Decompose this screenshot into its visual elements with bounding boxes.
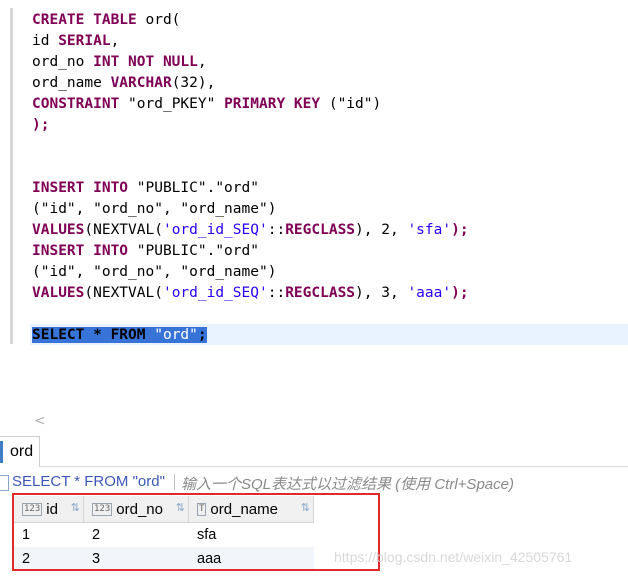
code-token: SERIAL (58, 33, 111, 49)
code-line[interactable] (32, 157, 469, 178)
code-line[interactable]: INSERT INTO "PUBLIC"."ord" (32, 241, 469, 262)
code-token: ord_no (32, 54, 94, 70)
code-token: 'ord_id_SEQ' (162, 285, 268, 301)
watermark: https://blog.csdn.net/weixin_42505761 (334, 549, 573, 565)
code-line[interactable]: ); (32, 115, 469, 136)
code-token: ("id", "ord_no", "ord_name") (32, 264, 277, 280)
code-line[interactable]: VALUES(NEXTVAL('ord_id_SEQ'::REGCLASS), … (32, 283, 469, 304)
code-token: "PUBLIC"."ord" (128, 180, 259, 196)
sql-code[interactable]: CREATE TABLE ord(id SERIAL, ord_no INT NO… (32, 10, 469, 346)
code-token: (32), (171, 75, 216, 91)
code-token: ); (32, 117, 50, 133)
tab-label: ord (10, 443, 34, 460)
code-line[interactable]: ord_name VARCHAR(32), (32, 73, 469, 94)
code-token: ord_name (32, 75, 111, 91)
code-line[interactable]: ord_no INT NOT NULL, (32, 52, 469, 73)
code-line[interactable]: CONSTRAINT "ord_PKEY" PRIMARY KEY ("id") (32, 94, 469, 115)
code-line[interactable]: SELECT * FROM "ord"; (32, 325, 469, 346)
filter-query-text: SELECT * FROM "ord" (12, 473, 165, 490)
code-token: ; (197, 327, 207, 343)
code-token: "ord_PKEY" (119, 96, 225, 112)
editor-fold-bar (10, 8, 13, 344)
code-token: VALUES (32, 285, 85, 301)
code-token: VALUES (32, 222, 85, 238)
code-line[interactable]: VALUES(NEXTVAL('ord_id_SEQ'::REGCLASS), … (32, 220, 469, 241)
code-line[interactable]: CREATE TABLE ord( (32, 10, 469, 31)
code-line[interactable]: id SERIAL, (32, 31, 469, 52)
filter-bar: SELECT * FROM "ord" 输入一个SQL表达式以过滤结果 (使用 … (0, 470, 628, 494)
filter-input[interactable]: 输入一个SQL表达式以过滤结果 (使用 Ctrl+Space) (181, 473, 514, 494)
filter-icon (0, 475, 9, 491)
code-token: REGCLASS (285, 285, 356, 301)
code-token: ); (451, 285, 469, 301)
code-token: id (32, 33, 59, 49)
tab-table-icon (0, 441, 3, 463)
tab-ord[interactable]: ord (0, 436, 41, 467)
code-token: CREATE TABLE (32, 12, 137, 28)
code-token: INSERT INTO (32, 243, 129, 259)
code-token: VARCHAR (110, 75, 172, 91)
code-token: INT NOT NULL (93, 54, 198, 70)
code-token: ord( (136, 12, 181, 28)
code-token: PRIMARY KEY (224, 96, 321, 112)
code-token: ), 3, (355, 285, 408, 301)
code-line[interactable]: ("id", "ord_no", "ord_name") (32, 199, 469, 220)
selected-text: SELECT * FROM "ord"; (32, 327, 207, 343)
code-token: ("id", "ord_no", "ord_name") (32, 201, 277, 217)
code-token: INSERT INTO (32, 180, 129, 196)
sql-editor[interactable]: CREATE TABLE ord(id SERIAL, ord_no INT NO… (0, 0, 628, 408)
code-token: ), 2, (355, 222, 408, 238)
code-token: ("id") (320, 96, 382, 112)
code-token: (NEXTVAL( (84, 285, 163, 301)
results-tabbar: ord (0, 436, 628, 467)
code-line[interactable]: INSERT INTO "PUBLIC"."ord" (32, 178, 469, 199)
code-token: CONSTRAINT (32, 96, 120, 112)
code-token: 'ord_id_SEQ' (162, 222, 268, 238)
code-token: :: (267, 285, 286, 301)
filter-separator (174, 474, 175, 490)
code-token: "ord" (145, 327, 198, 343)
code-line[interactable] (32, 304, 469, 325)
editor-gutter (0, 0, 10, 408)
code-token: (NEXTVAL( (84, 222, 163, 238)
code-token: REGCLASS (285, 222, 356, 238)
scroll-left-icon[interactable]: < (34, 413, 46, 429)
code-line[interactable]: ("id", "ord_no", "ord_name") (32, 262, 469, 283)
code-token: 'sfa' (407, 222, 452, 238)
code-token: , (197, 54, 207, 70)
annotation-highlight-box (12, 493, 380, 571)
code-token: , (110, 33, 120, 49)
code-token: "PUBLIC"."ord" (128, 243, 259, 259)
horizontal-scrollbar[interactable]: < (0, 410, 628, 432)
code-token: SELECT * FROM (32, 327, 146, 343)
code-token: 'aaa' (407, 285, 452, 301)
code-line[interactable] (32, 136, 469, 157)
code-token: :: (267, 222, 286, 238)
code-token: ); (451, 222, 469, 238)
